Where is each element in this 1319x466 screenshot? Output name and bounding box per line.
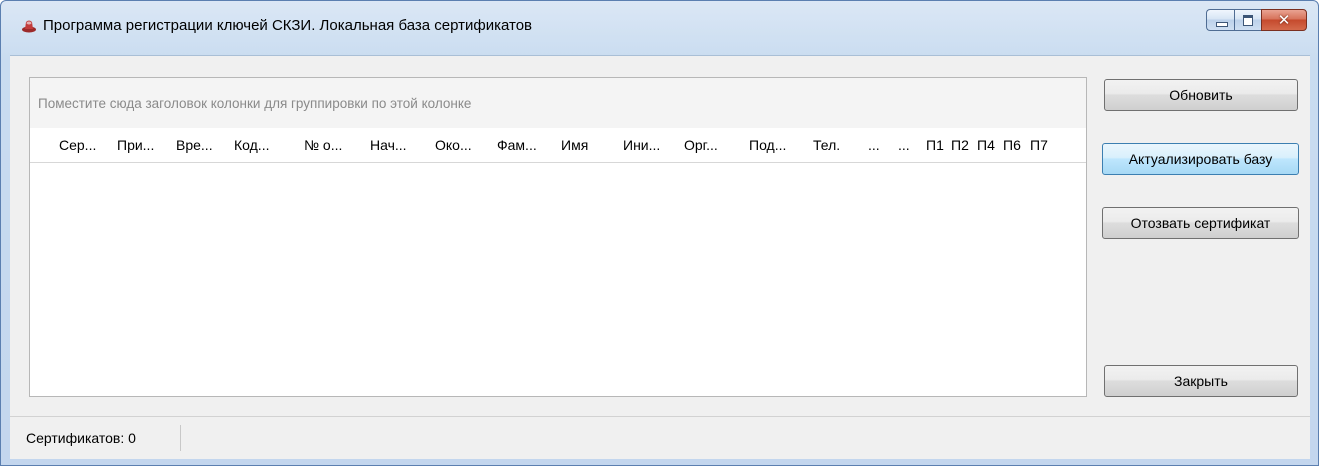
column-header[interactable]: П1: [926, 137, 944, 153]
window-title: Программа регистрации ключей СКЗИ. Локал…: [43, 17, 533, 34]
column-header[interactable]: № о...: [304, 137, 342, 153]
column-header[interactable]: П7: [1030, 137, 1048, 153]
certificates-grid[interactable]: Поместите сюда заголовок колонки для гру…: [29, 77, 1087, 397]
maximize-button[interactable]: [1234, 9, 1261, 31]
close-button[interactable]: Закрыть: [1104, 365, 1298, 397]
column-header[interactable]: Под...: [749, 137, 786, 153]
group-by-hint: Поместите сюда заголовок колонки для гру…: [38, 96, 472, 111]
caption-buttons: ✕: [1206, 9, 1307, 31]
column-header[interactable]: ...: [898, 137, 910, 153]
column-header[interactable]: П6: [1003, 137, 1021, 153]
title-bar[interactable]: Программа регистрации ключей СКЗИ. Локал…: [1, 1, 1318, 55]
column-header[interactable]: Нач...: [370, 137, 407, 153]
actualize-database-button[interactable]: Актуализировать базу: [1102, 143, 1299, 175]
close-window-button[interactable]: ✕: [1261, 9, 1307, 31]
revoke-certificate-button[interactable]: Отозвать сертификат: [1102, 207, 1299, 239]
column-header[interactable]: Ини...: [623, 137, 660, 153]
status-separator: [180, 425, 181, 451]
minimize-button[interactable]: [1206, 9, 1234, 31]
column-header[interactable]: Сер...: [59, 137, 96, 153]
status-bar: Сертификатов: 0: [10, 416, 1310, 459]
column-header[interactable]: Имя: [561, 137, 588, 153]
certificates-count: Сертификатов: 0: [26, 430, 136, 446]
column-header[interactable]: П2: [951, 137, 969, 153]
column-header[interactable]: Код...: [234, 137, 269, 153]
close-icon: ✕: [1277, 11, 1291, 29]
column-header-row: Сер... При... Вре... Код... № о... Нач..…: [30, 128, 1086, 163]
column-header[interactable]: Вре...: [176, 137, 213, 153]
main-window: Программа регистрации ключей СКЗИ. Локал…: [0, 0, 1319, 466]
app-icon: [22, 20, 36, 33]
refresh-button[interactable]: Обновить: [1104, 79, 1298, 111]
group-by-panel[interactable]: Поместите сюда заголовок колонки для гру…: [30, 78, 1086, 129]
column-header[interactable]: П4: [977, 137, 995, 153]
column-header[interactable]: Тел.: [813, 137, 840, 153]
column-header[interactable]: Фам...: [497, 137, 537, 153]
column-header[interactable]: ...: [868, 137, 880, 153]
column-header[interactable]: При...: [117, 137, 154, 153]
column-header[interactable]: Око...: [435, 137, 472, 153]
column-header[interactable]: Орг...: [684, 137, 718, 153]
